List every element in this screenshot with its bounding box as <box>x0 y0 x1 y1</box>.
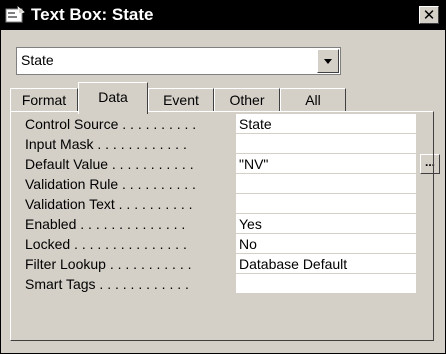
tab-all-label: All <box>305 92 321 108</box>
tab-event-label: Event <box>163 92 199 108</box>
chevron-down-icon[interactable] <box>317 49 339 73</box>
tab-format[interactable]: Format <box>10 88 78 112</box>
properties-window: Text Box: State ✕ State Format Data Even… <box>0 0 446 354</box>
tab-all[interactable]: All <box>280 88 346 112</box>
properties-panel <box>10 111 434 341</box>
object-selector-combobox[interactable]: State <box>16 47 341 75</box>
close-icon: ✕ <box>422 6 436 24</box>
properties-icon <box>5 6 25 23</box>
window-title: Text Box: State <box>31 5 154 24</box>
tab-data[interactable]: Data <box>78 82 148 114</box>
tab-data-label: Data <box>98 89 128 105</box>
tab-other[interactable]: Other <box>214 88 280 112</box>
title-bar[interactable]: Text Box: State ✕ <box>1 1 445 30</box>
tab-event[interactable]: Event <box>148 88 214 112</box>
tab-other-label: Other <box>229 92 265 108</box>
close-button[interactable]: ✕ <box>419 6 439 24</box>
object-selector-value: State <box>21 52 54 68</box>
tab-format-label: Format <box>21 92 67 108</box>
